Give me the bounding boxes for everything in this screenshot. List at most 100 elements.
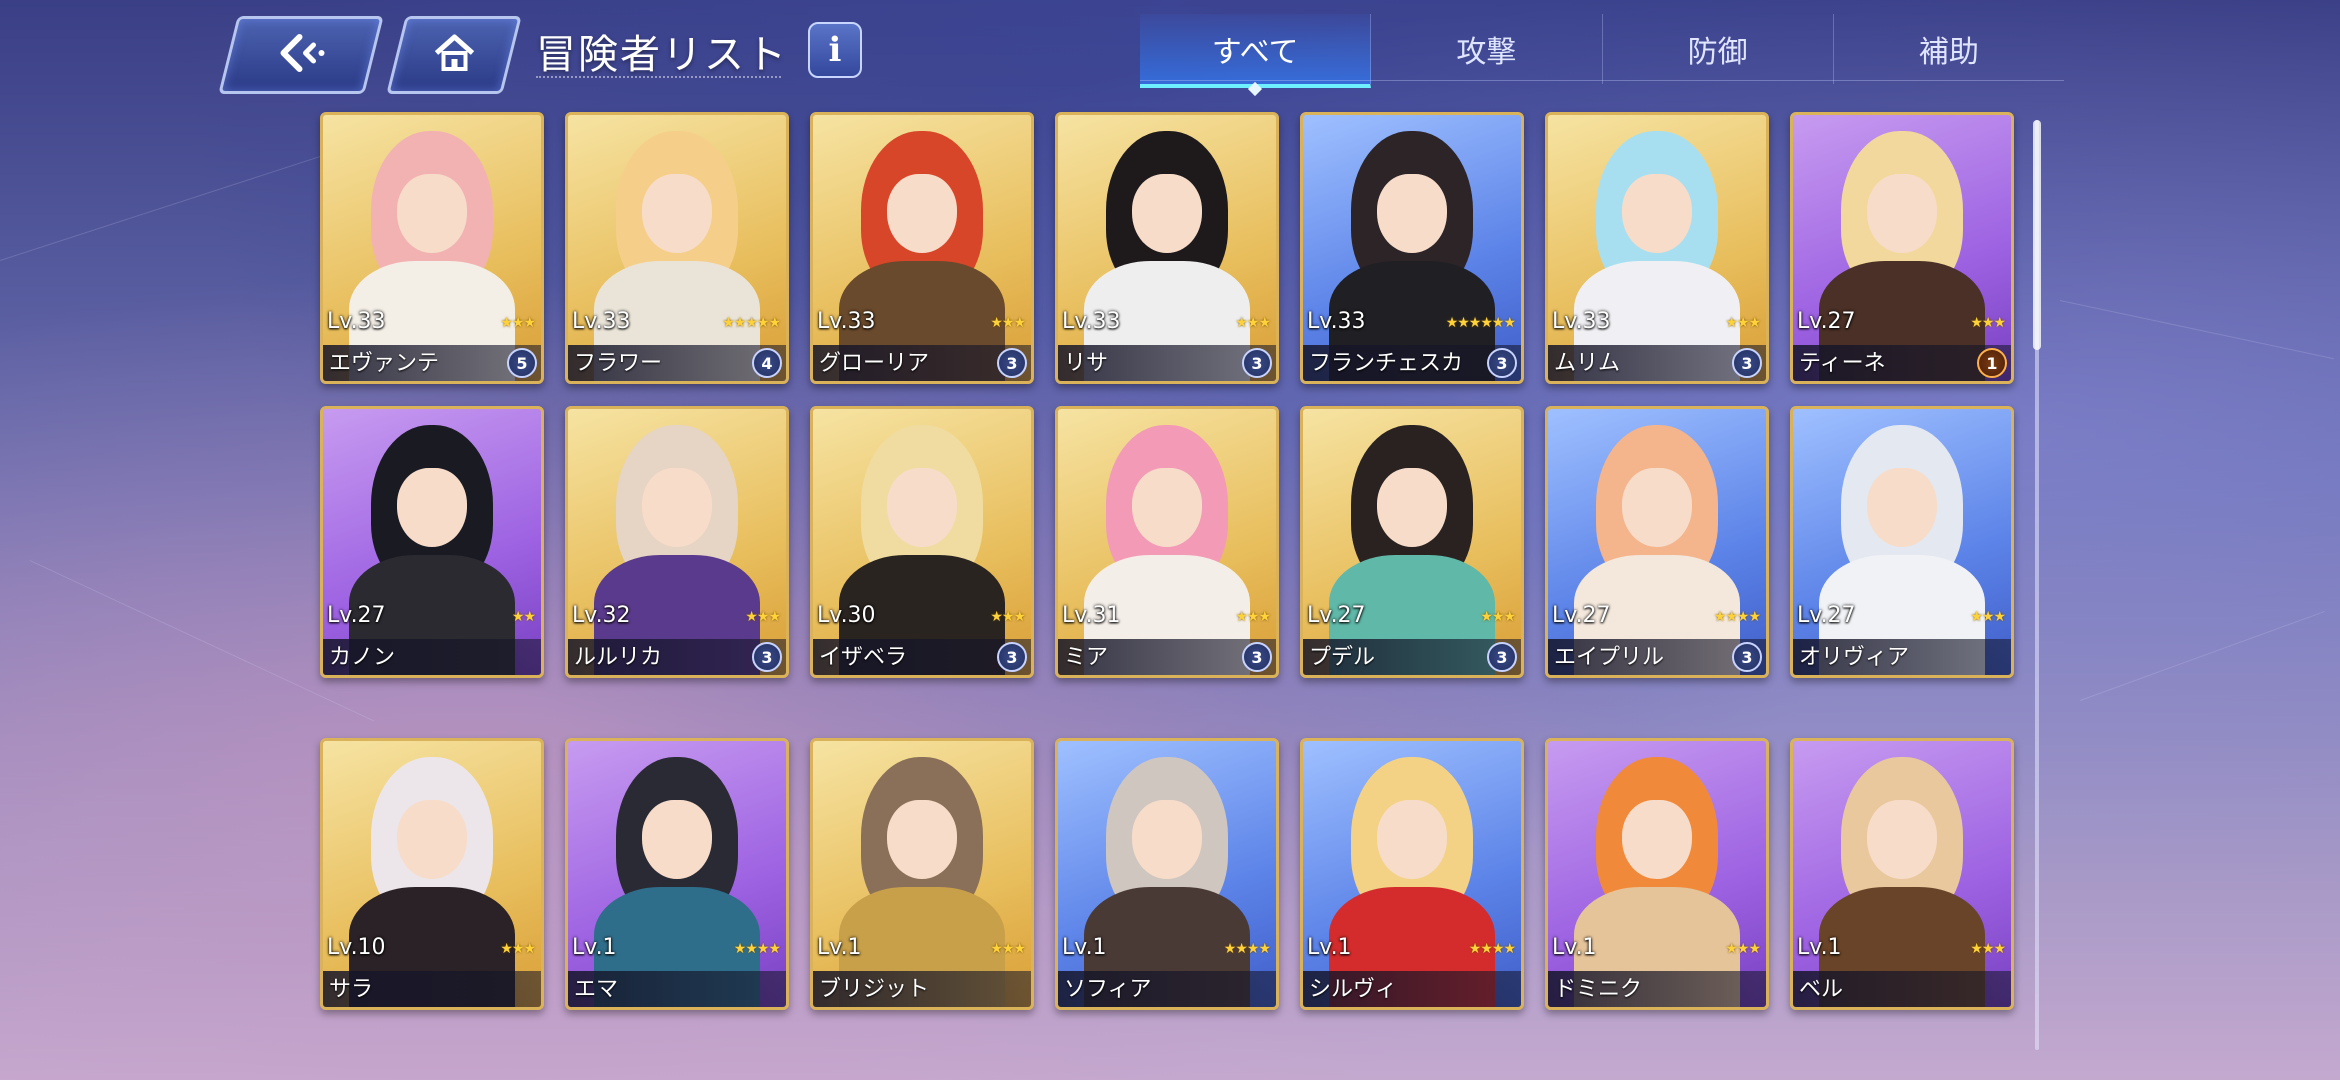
tab-label: 攻撃 bbox=[1456, 35, 1517, 70]
star-rating: ★★★ bbox=[745, 609, 781, 625]
adventurer-card[interactable]: Lv.27 ★★★ プデル 3 bbox=[1300, 406, 1524, 678]
adventurer-portrait bbox=[1793, 409, 2011, 675]
adventurer-name: ソフィア bbox=[1064, 977, 1152, 1002]
adventurer-card[interactable]: Lv.1 ★★★ ドミニク bbox=[1545, 738, 1769, 1010]
adventurer-card[interactable]: Lv.27 ★★★★ エイプリル 3 bbox=[1545, 406, 1769, 678]
awakening-badge: 3 bbox=[752, 642, 782, 672]
adventurer-card[interactable]: Lv.30 ★★★ イザベラ 3 bbox=[810, 406, 1034, 678]
adventurer-level: Lv.33 bbox=[817, 309, 876, 334]
adventurer-name: ミア bbox=[1064, 645, 1109, 670]
page-title: 冒険者リスト bbox=[536, 32, 788, 78]
adventurer-card[interactable]: Lv.27 ★★★ オリヴィア bbox=[1790, 406, 2014, 678]
adventurer-card[interactable]: Lv.33 ★★★ エヴァンテ 5 bbox=[320, 112, 544, 384]
tab-label: 防御 bbox=[1687, 35, 1748, 70]
adventurer-card[interactable]: Lv.33 ★★★★★ フラワー 4 bbox=[565, 112, 789, 384]
adventurer-portrait bbox=[813, 115, 1031, 381]
adventurer-name: サラ bbox=[329, 977, 374, 1002]
adventurer-name: フランチェスカ bbox=[1309, 351, 1464, 376]
adventurer-card[interactable]: Lv.27 ★★★ ティーネ 1 bbox=[1790, 112, 2014, 384]
awakening-badge: 3 bbox=[997, 348, 1027, 378]
adventurer-name: カノン bbox=[329, 645, 396, 670]
star-rating: ★★★ bbox=[500, 315, 536, 331]
star-rating: ★★★★ bbox=[1713, 609, 1761, 625]
title-underline bbox=[536, 74, 781, 78]
star-rating: ★★★★ bbox=[1468, 941, 1516, 957]
star-rating: ★★★ bbox=[1725, 941, 1761, 957]
star-rating: ★★★ bbox=[1970, 315, 2006, 331]
adventurer-level: Lv.27 bbox=[1797, 309, 1856, 334]
adventurer-level: Lv.1 bbox=[572, 935, 617, 960]
tab-label: すべて bbox=[1211, 35, 1299, 70]
tab-label: 補助 bbox=[1918, 35, 1979, 70]
adventurer-portrait bbox=[568, 741, 786, 1007]
adventurer-level: Lv.33 bbox=[1552, 309, 1611, 334]
adventurer-name: オリヴィア bbox=[1799, 645, 1910, 670]
adventurer-name: シルヴィ bbox=[1309, 977, 1398, 1002]
adventurer-portrait bbox=[1303, 741, 1521, 1007]
background-line bbox=[2080, 611, 2325, 701]
awakening-badge: 3 bbox=[1487, 348, 1517, 378]
adventurer-level: Lv.1 bbox=[1062, 935, 1107, 960]
adventurer-card[interactable]: Lv.33 ★★★ ムリム 3 bbox=[1545, 112, 1769, 384]
home-icon bbox=[427, 33, 482, 77]
adventurer-portrait bbox=[568, 115, 786, 381]
adventurer-portrait bbox=[323, 115, 541, 381]
adventurer-name: フラワー bbox=[574, 351, 663, 376]
adventurer-portrait bbox=[323, 741, 541, 1007]
adventurer-card[interactable]: Lv.10 ★★★ サラ bbox=[320, 738, 544, 1010]
adventurer-card[interactable]: Lv.1 ★★★★ エマ bbox=[565, 738, 789, 1010]
adventurer-level: Lv.27 bbox=[1552, 603, 1611, 628]
info-button[interactable]: i bbox=[808, 22, 862, 78]
adventurer-card[interactable]: Lv.32 ★★★ ルルリカ 3 bbox=[565, 406, 789, 678]
tabs-divider bbox=[1140, 80, 2064, 81]
adventurer-card[interactable]: Lv.33 ★★★ グローリア 3 bbox=[810, 112, 1034, 384]
adventurer-level: Lv.1 bbox=[1552, 935, 1597, 960]
adventurer-portrait bbox=[1303, 115, 1521, 381]
tab-all[interactable]: すべて bbox=[1140, 14, 1372, 97]
star-rating: ★★★★ bbox=[733, 941, 781, 957]
adventurer-level: Lv.33 bbox=[327, 309, 386, 334]
category-tabs: すべて 攻撃 防御 補助 bbox=[1140, 14, 2064, 97]
home-button[interactable] bbox=[386, 16, 522, 94]
adventurer-card[interactable]: Lv.1 ★★★ ブリジット bbox=[810, 738, 1034, 1010]
adventurer-card[interactable]: Lv.33 ★★★★★★ フランチェスカ 3 bbox=[1300, 112, 1524, 384]
tab-defense[interactable]: 防御 bbox=[1603, 14, 1834, 84]
adventurer-name: リサ bbox=[1064, 351, 1109, 376]
active-tab-indicator bbox=[1248, 81, 1263, 97]
adventurer-name: ベル bbox=[1799, 977, 1844, 1002]
awakening-badge: 3 bbox=[1732, 642, 1762, 672]
awakening-badge: 3 bbox=[997, 642, 1027, 672]
awakening-badge: 5 bbox=[507, 348, 537, 378]
adventurer-name: グローリア bbox=[819, 351, 930, 376]
adventurer-portrait bbox=[1793, 115, 2011, 381]
awakening-badge: 3 bbox=[1242, 348, 1272, 378]
adventurer-level: Lv.33 bbox=[572, 309, 631, 334]
background-line bbox=[2059, 300, 2334, 360]
adventurer-portrait bbox=[1548, 115, 1766, 381]
tab-attack[interactable]: 攻撃 bbox=[1371, 14, 1603, 84]
adventurer-card[interactable]: Lv.1 ★★★★ ソフィア bbox=[1055, 738, 1279, 1010]
scrollbar-thumb[interactable] bbox=[2033, 120, 2041, 350]
awakening-badge: 3 bbox=[1487, 642, 1517, 672]
adventurer-portrait bbox=[813, 741, 1031, 1007]
adventurer-card[interactable]: Lv.27 ★★ カノン bbox=[320, 406, 544, 678]
back-button[interactable] bbox=[218, 16, 384, 94]
adventurer-card[interactable]: Lv.1 ★★★★ シルヴィ bbox=[1300, 738, 1524, 1010]
adventurer-level: Lv.27 bbox=[327, 603, 386, 628]
adventurer-portrait bbox=[323, 409, 541, 675]
adventurer-name: エイプリル bbox=[1554, 645, 1665, 670]
adventurer-name: ルルリカ bbox=[574, 645, 663, 670]
adventurer-portrait bbox=[568, 409, 786, 675]
awakening-badge: 3 bbox=[1242, 642, 1272, 672]
tab-support[interactable]: 補助 bbox=[1834, 14, 2064, 84]
adventurer-portrait bbox=[1058, 115, 1276, 381]
star-rating: ★★★ bbox=[1970, 609, 2006, 625]
adventurer-card[interactable]: Lv.1 ★★★ ベル bbox=[1790, 738, 2014, 1010]
adventurer-level: Lv.30 bbox=[817, 603, 876, 628]
adventurer-card[interactable]: Lv.33 ★★★ リサ 3 bbox=[1055, 112, 1279, 384]
star-rating: ★★★ bbox=[990, 315, 1026, 331]
awakening-badge: 4 bbox=[752, 348, 782, 378]
adventurer-portrait bbox=[1303, 409, 1521, 675]
adventurer-card[interactable]: Lv.31 ★★★ ミア 3 bbox=[1055, 406, 1279, 678]
star-rating: ★★★ bbox=[1970, 941, 2006, 957]
